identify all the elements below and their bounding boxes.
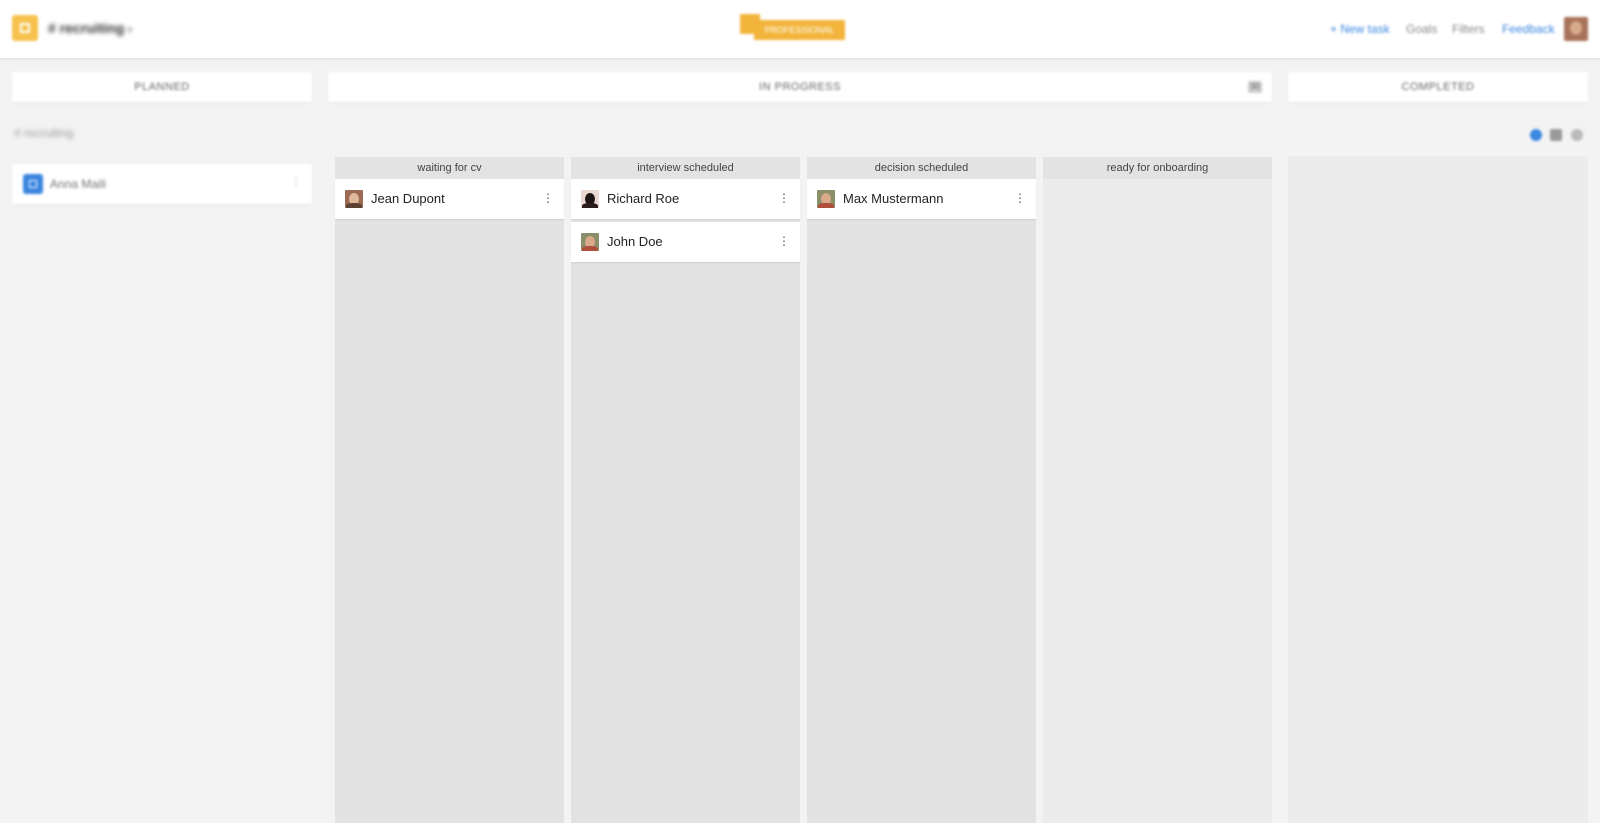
- avatar: [581, 190, 599, 208]
- column-body[interactable]: [571, 179, 800, 823]
- column-header: ready for onboarding: [1043, 157, 1272, 179]
- filters-link[interactable]: Filters: [1452, 22, 1485, 36]
- column-body[interactable]: [335, 179, 564, 823]
- completed-column-area: [1288, 156, 1588, 823]
- project-switcher[interactable]: # recruiting ▾: [48, 20, 132, 36]
- brand-badge: PROFESSIONAL: [740, 14, 846, 42]
- column-header: waiting for cv: [335, 157, 564, 179]
- project-title: # recruiting: [48, 20, 125, 36]
- column-header: interview scheduled: [571, 157, 800, 179]
- candidate-card[interactable]: Richard Roe ⋮: [571, 179, 800, 219]
- candidate-name: Richard Roe: [607, 191, 680, 206]
- chevron-down-icon: ▾: [127, 25, 133, 36]
- subproject-title: # recruiting: [14, 126, 74, 140]
- more-options-icon[interactable]: ⋮: [778, 234, 790, 248]
- planned-item-name: Anna Maili: [50, 177, 107, 191]
- phase-completed[interactable]: COMPLETED: [1288, 72, 1588, 102]
- brand-label: PROFESSIONAL: [754, 20, 845, 40]
- phase-in-progress-label: IN PROGRESS: [759, 81, 841, 93]
- candidate-name: Jean Dupont: [371, 191, 445, 206]
- column-ready-for-onboarding: ready for onboarding: [1043, 157, 1272, 823]
- candidate-name: Max Mustermann: [843, 191, 944, 206]
- more-options-icon[interactable]: ⋮: [1014, 191, 1026, 205]
- feedback-link[interactable]: Feedback: [1502, 22, 1555, 36]
- candidate-card[interactable]: Jean Dupont ⋮: [335, 179, 564, 219]
- app-logo-icon[interactable]: [12, 15, 38, 41]
- column-body[interactable]: [807, 179, 1036, 823]
- candidate-card[interactable]: Max Mustermann ⋮: [807, 179, 1036, 219]
- user-avatar[interactable]: [1564, 17, 1588, 41]
- planned-item[interactable]: Anna Maili ⋮: [12, 164, 312, 204]
- new-task-button[interactable]: + New task: [1330, 22, 1390, 36]
- task-count-badge: 30: [1248, 81, 1262, 93]
- column-waiting-for-cv: waiting for cv Jean Dupont ⋮: [335, 157, 564, 823]
- more-options-icon[interactable]: ⋮: [778, 191, 790, 205]
- avatar: [581, 233, 599, 251]
- task-type-icon: [23, 174, 43, 194]
- candidate-name: John Doe: [607, 234, 663, 249]
- settings-icon[interactable]: [1571, 129, 1583, 141]
- phase-completed-label: COMPLETED: [1401, 81, 1475, 93]
- avatar: [817, 190, 835, 208]
- candidate-card[interactable]: John Doe ⋮: [571, 222, 800, 262]
- more-options-icon[interactable]: ⋮: [290, 175, 302, 189]
- more-options-icon[interactable]: ⋮: [542, 191, 554, 205]
- top-bar: # recruiting ▾ PROFESSIONAL + New task Go…: [0, 0, 1600, 59]
- column-decision-scheduled: decision scheduled Max Mustermann ⋮: [807, 157, 1036, 823]
- column-interview-scheduled: interview scheduled Richard Roe ⋮ John D…: [571, 157, 800, 823]
- avatar: [345, 190, 363, 208]
- column-header: decision scheduled: [807, 157, 1036, 179]
- board-view-icon[interactable]: [1530, 129, 1542, 141]
- list-view-icon[interactable]: [1550, 129, 1562, 141]
- phase-planned-label: PLANNED: [134, 81, 190, 93]
- column-body[interactable]: [1043, 179, 1272, 823]
- goals-link[interactable]: Goals: [1406, 22, 1437, 36]
- phase-planned[interactable]: PLANNED: [12, 72, 312, 102]
- phase-in-progress[interactable]: IN PROGRESS 30: [328, 72, 1272, 102]
